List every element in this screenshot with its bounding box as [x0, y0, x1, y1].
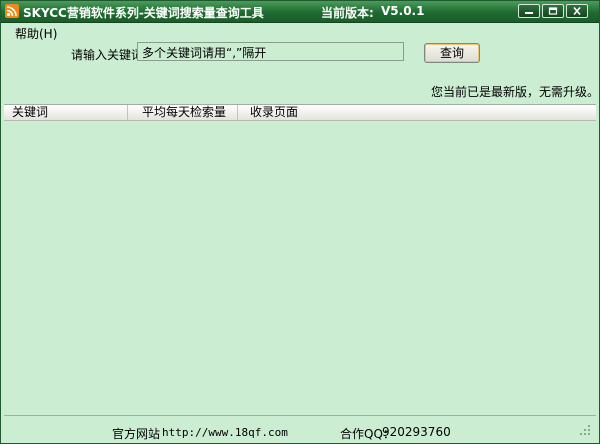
menu-help[interactable]: 帮助(H)	[15, 25, 57, 42]
qq-number: 920293760	[382, 425, 451, 439]
keyword-label: 请输入关键词	[71, 48, 144, 62]
maximize-icon	[548, 7, 558, 15]
resize-grip-icon[interactable]	[578, 423, 592, 437]
close-button[interactable]	[566, 4, 588, 18]
footer: 官方网站 http://www.18qf.com 合作QQ： 920293760	[4, 415, 596, 443]
maximize-button[interactable]	[542, 4, 564, 18]
keyword-input[interactable]: 多个关键词请用“,”隔开	[137, 42, 404, 61]
site-label: 官方网站	[112, 427, 161, 441]
column-header-daily-searches[interactable]: 平均每天检索量	[128, 105, 238, 120]
app-window: SKYCC营销软件系列-关键词搜索量查询工具 当前版本: V5.0.1 帮助(H…	[0, 0, 600, 444]
minimize-icon	[525, 12, 533, 14]
site-link[interactable]: http://www.18qf.com	[162, 426, 288, 439]
results-list[interactable]: 关键词 平均每天检索量 收录页面	[4, 104, 596, 411]
window-title: SKYCC营销软件系列-关键词搜索量查询工具	[23, 6, 264, 20]
list-header: 关键词 平均每天检索量 收录页面	[4, 105, 596, 121]
version-label: 当前版本:	[321, 6, 374, 20]
close-icon	[573, 7, 581, 15]
column-header-keyword[interactable]: 关键词	[4, 105, 128, 120]
update-status-text: 您当前已是最新版，无需升级。	[431, 85, 600, 99]
minimize-button[interactable]	[518, 4, 540, 18]
title-bar[interactable]: SKYCC营销软件系列-关键词搜索量查询工具 当前版本: V5.0.1	[1, 1, 599, 23]
column-header-indexed-pages[interactable]: 收录页面	[238, 105, 298, 120]
version-value: V5.0.1	[381, 4, 425, 18]
rss-icon	[5, 4, 19, 18]
query-button[interactable]: 查询	[424, 43, 480, 63]
